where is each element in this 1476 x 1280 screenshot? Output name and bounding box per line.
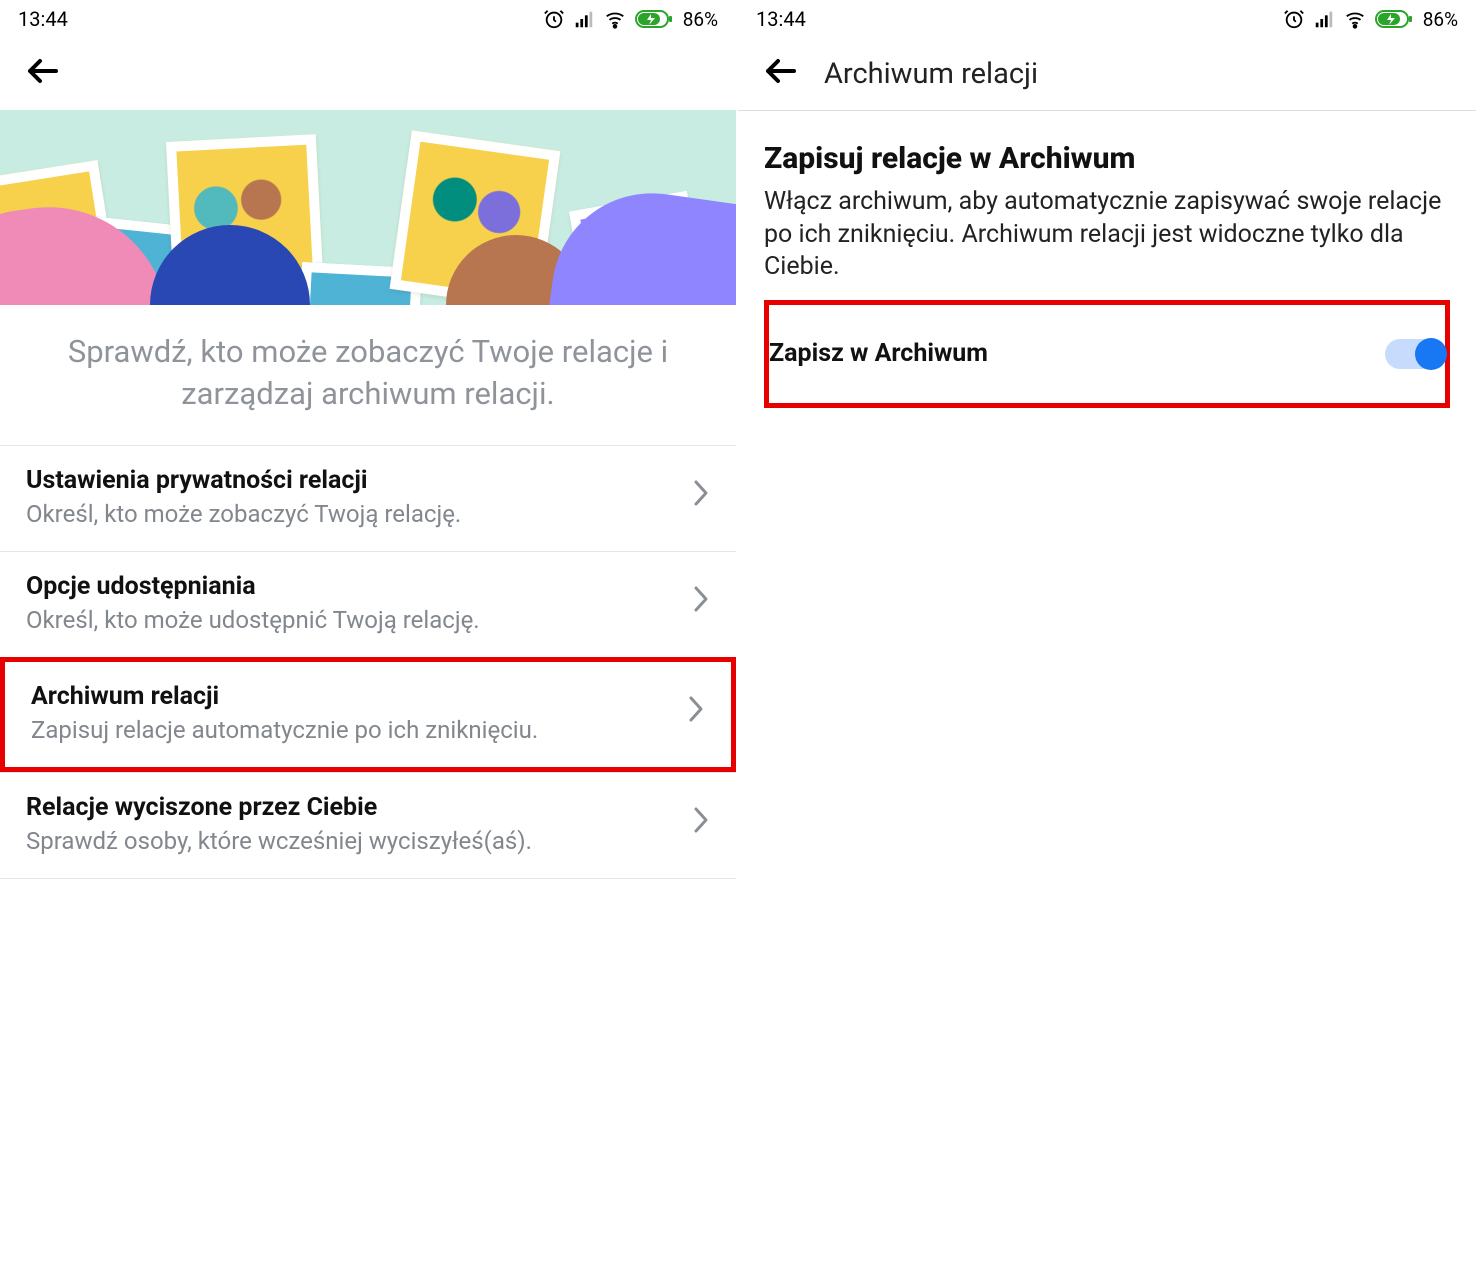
screen-stories-settings: 13:44 86% 1 Sprawdź, kto może zobaczyć T…: [0, 0, 738, 1280]
chevron-right-icon: [692, 804, 710, 844]
toggle-label: Zapisz w Archiwum: [769, 339, 988, 368]
item-muted-stories[interactable]: Relacje wyciszone przez Ciebie Sprawdź o…: [0, 772, 736, 879]
item-story-archive[interactable]: Archiwum relacji Zapisuj relacje automat…: [0, 657, 736, 772]
header: [0, 38, 736, 110]
page-title: Archiwum relacji: [824, 57, 1038, 91]
clock: 13:44: [18, 7, 68, 31]
item-title: Opcje udostępniania: [26, 572, 676, 601]
battery-icon: [635, 8, 675, 30]
status-bar: 13:44 86%: [0, 0, 736, 38]
chevron-right-icon: [692, 477, 710, 517]
status-bar: 13:44 86%: [738, 0, 1476, 38]
battery-percent: 86%: [683, 8, 718, 31]
status-icons: 86%: [543, 8, 718, 31]
toggle-row-highlight: Zapisz w Archiwum: [764, 300, 1450, 408]
item-subtitle: Określ, kto może zobaczyć Twoją relację.: [26, 499, 676, 529]
signal-icon: [573, 8, 595, 30]
battery-percent: 86%: [1423, 8, 1458, 31]
hero-illustration: 1: [0, 110, 736, 305]
item-subtitle: Określ, kto może udostępnić Twoją relacj…: [26, 605, 676, 635]
clock: 13:44: [756, 7, 806, 31]
chevron-right-icon: [692, 583, 710, 623]
wifi-icon: [1343, 8, 1367, 30]
archive-content: Zapisuj relacje w Archiwum Włącz archiwu…: [738, 111, 1476, 408]
chevron-right-icon: [687, 693, 705, 733]
signal-icon: [1313, 8, 1335, 30]
save-to-archive-row[interactable]: Zapisz w Archiwum: [743, 305, 1471, 403]
back-button[interactable]: [764, 54, 798, 94]
alarm-icon: [1283, 8, 1305, 30]
item-title: Relacje wyciszone przez Ciebie: [26, 793, 676, 822]
wifi-icon: [603, 8, 627, 30]
status-icons: 86%: [1283, 8, 1458, 31]
item-title: Archiwum relacji: [31, 682, 671, 711]
header: Archiwum relacji: [738, 38, 1476, 110]
battery-icon: [1375, 8, 1415, 30]
screen-archive-detail: 13:44 86% Archiwum relacji Zapisuj relac…: [738, 0, 1476, 1280]
settings-list: Ustawienia prywatności relacji Określ, k…: [0, 445, 736, 879]
item-sharing-options[interactable]: Opcje udostępniania Określ, kto może udo…: [0, 551, 736, 657]
back-button[interactable]: [26, 54, 60, 94]
section-heading: Zapisuj relacje w Archiwum: [764, 141, 1450, 176]
item-title: Ustawienia prywatności relacji: [26, 466, 676, 495]
switch-knob: [1415, 338, 1447, 370]
intro-text: Sprawdź, kto może zobaczyć Twoje relacje…: [0, 305, 736, 445]
section-description: Włącz archiwum, aby automatycznie zapisy…: [764, 186, 1450, 284]
item-subtitle: Zapisuj relacje automatycznie po ich zni…: [31, 715, 671, 745]
item-subtitle: Sprawdź osoby, które wcześniej wyciszyłe…: [26, 826, 676, 856]
item-privacy-settings[interactable]: Ustawienia prywatności relacji Określ, k…: [0, 445, 736, 551]
save-to-archive-switch[interactable]: [1385, 339, 1445, 369]
alarm-icon: [543, 8, 565, 30]
